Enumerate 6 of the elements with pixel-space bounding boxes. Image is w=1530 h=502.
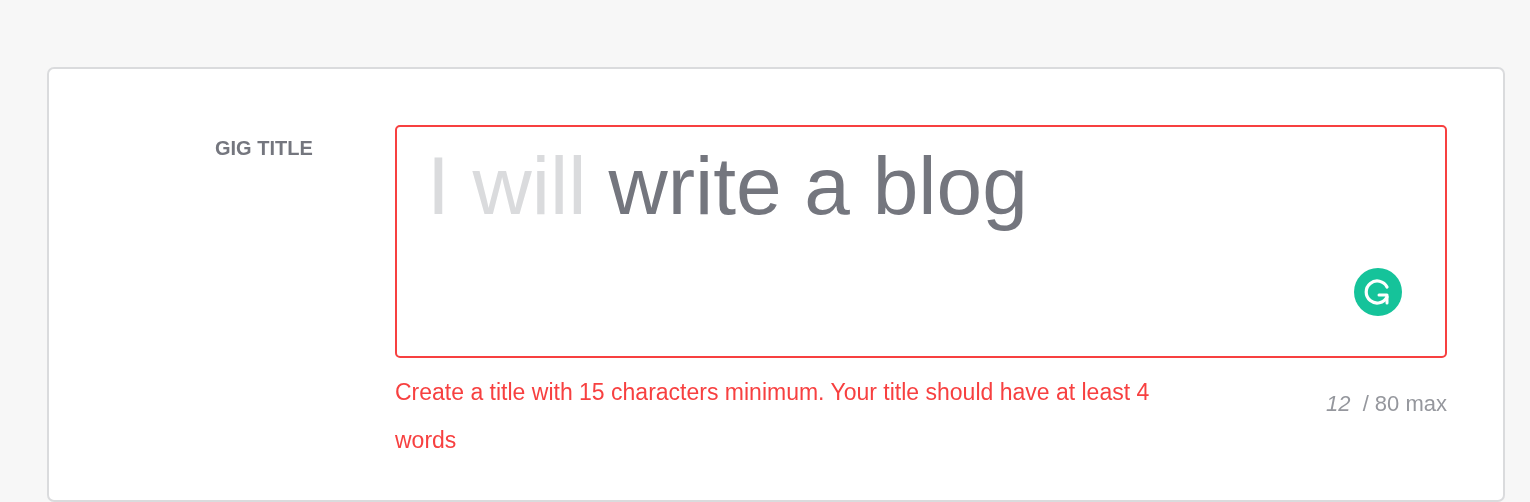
field-label: GIG TITLE xyxy=(215,136,314,161)
character-count: 12 xyxy=(1326,391,1351,416)
grammar-assistant-icon[interactable] xyxy=(1354,268,1402,316)
error-message: Create a title with 15 characters minimum. Your title should have at least 4 words xyxy=(395,378,1151,455)
title-text: write a blog xyxy=(608,139,1028,233)
character-limit: / 80 max xyxy=(1362,391,1447,416)
